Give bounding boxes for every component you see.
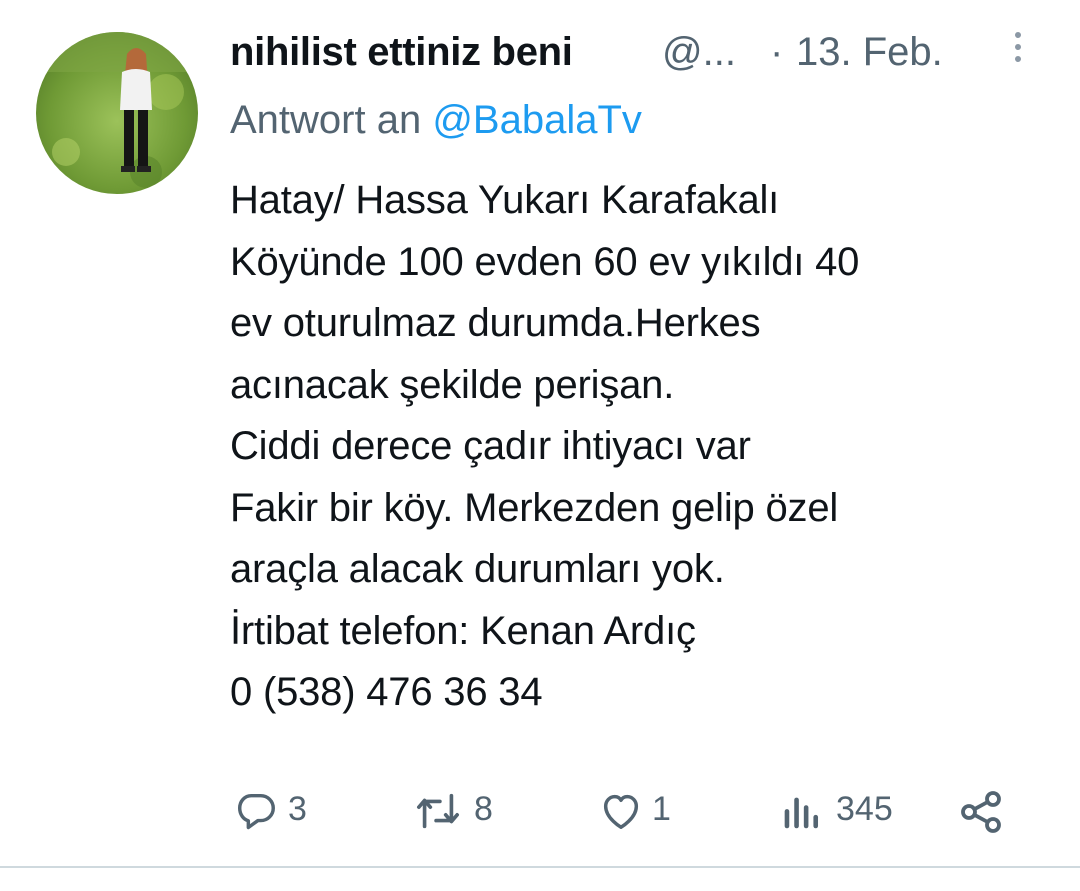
reply-count: 3 [288, 790, 307, 828]
reply-to-line: Antwort an @BabalaTv [230, 98, 642, 143]
tweet-text-line: 0 (538) 476 36 34 [230, 670, 543, 714]
retweet-icon [417, 793, 459, 829]
reply-button[interactable]: 3 [232, 780, 322, 840]
avatar-image [36, 32, 198, 194]
avatar[interactable] [36, 32, 198, 194]
author-display-name[interactable]: nihilist ettiniz beni [230, 30, 573, 75]
tweet-action-bar: 3 8 1 345 [0, 780, 1080, 840]
tweet-text: Hatay/ Hassa Yukarı Karafakalı Köyünde 1… [230, 170, 1050, 724]
tweet[interactable]: nihilist ettiniz beni @... · 13. Feb. An… [0, 0, 1080, 891]
like-count: 1 [652, 790, 671, 828]
more-options-icon[interactable] [1003, 32, 1033, 72]
reply-icon [237, 793, 275, 830]
author-handle[interactable]: @... [662, 30, 736, 75]
tweet-text-line: Fakir bir köy. Merkezden gelip özel [230, 485, 839, 530]
tweet-text-line: araçla alacak durumları yok. [230, 547, 725, 591]
divider [0, 866, 1080, 868]
share-button[interactable] [956, 780, 1010, 840]
tweet-date[interactable]: 13. Feb. [796, 30, 943, 75]
views-button[interactable]: 345 [778, 780, 918, 840]
tweet-text-line: Ciddi derece çadır ihtiyacı var [230, 424, 751, 468]
heart-icon [603, 794, 639, 830]
header-separator: · [770, 30, 784, 74]
views-count: 345 [836, 790, 893, 828]
tweet-text-line: Köyünde 100 evden 60 ev yıkıldı 40 [230, 239, 860, 284]
views-icon [784, 797, 819, 829]
tweet-text-line: Hatay/ Hassa Yukarı Karafakalı [230, 178, 780, 222]
retweet-count: 8 [474, 790, 493, 828]
tweet-header: nihilist ettiniz beni @... · 13. Feb. [230, 24, 1050, 84]
tweet-text-line: İrtibat telefon: Kenan Ardıç [230, 608, 696, 653]
tweet-text-line: ev oturulmaz durumda.Herkes [230, 301, 761, 345]
like-button[interactable]: 1 [596, 780, 686, 840]
tweet-text-line: acınacak şekilde perişan. [230, 362, 675, 407]
retweet-button[interactable]: 8 [410, 780, 510, 840]
reply-to-mention[interactable]: @BabalaTv [432, 98, 642, 142]
reply-to-prefix: Antwort an [230, 98, 433, 142]
share-icon [961, 791, 1001, 833]
